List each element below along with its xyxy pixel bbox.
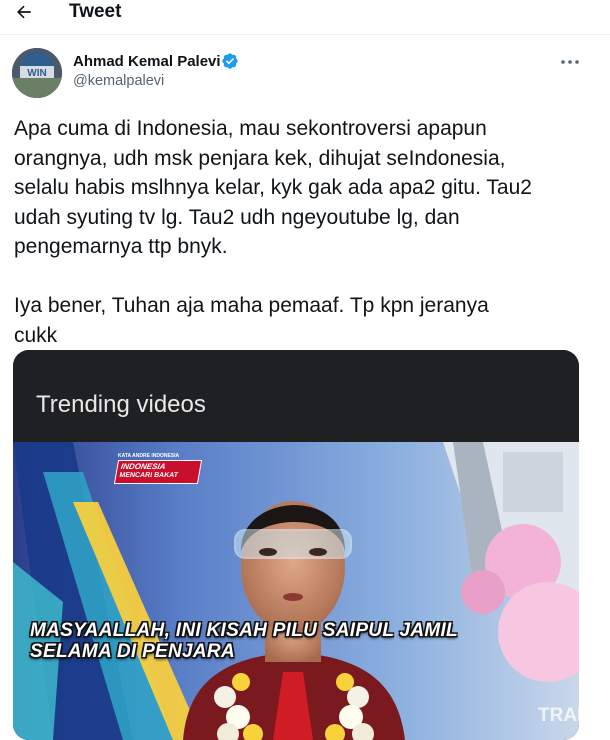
verified-badge-icon bbox=[222, 53, 238, 69]
media-title: Trending videos bbox=[36, 391, 206, 418]
show-logo-caption: KATA ANDRE INDONESIA bbox=[118, 453, 180, 459]
page-title: Tweet bbox=[69, 1, 122, 22]
back-button[interactable] bbox=[14, 0, 42, 26]
svg-text:WIN: WIN bbox=[27, 68, 46, 79]
arrow-left-icon bbox=[17, 5, 31, 19]
video-watermark: TRAN bbox=[538, 705, 579, 726]
tweet-media[interactable]: Trending videos KATA ANDRE INDONESIA IND… bbox=[13, 350, 579, 740]
top-bar: Tweet bbox=[0, 0, 610, 35]
more-dots-icon bbox=[561, 60, 579, 64]
avatar-image: WIN bbox=[12, 48, 62, 98]
avatar[interactable]: WIN bbox=[12, 48, 62, 98]
media-header: Trending videos bbox=[13, 350, 579, 442]
show-logo: INDONESIA MENCARI BAKAT bbox=[113, 460, 203, 484]
show-logo-subtitle: MENCARI BAKAT bbox=[118, 472, 179, 479]
author-name[interactable]: Ahmad Kemal Palevi bbox=[73, 53, 221, 70]
video-still-image bbox=[13, 442, 579, 740]
show-logo-title: INDONESIA bbox=[120, 462, 167, 471]
author-handle[interactable]: @kemalpalevi bbox=[73, 73, 164, 89]
video-caption-line-1: MASYAALLAH, INI KISAH PILU SAIPUL JAMIL bbox=[30, 620, 458, 641]
video-caption: MASYAALLAH, INI KISAH PILU SAIPUL JAMIL … bbox=[30, 620, 458, 662]
video-caption-line-2: SELAMA DI PENJARA bbox=[30, 641, 235, 662]
video-thumbnail[interactable] bbox=[13, 442, 579, 740]
tweet-text: Apa cuma di Indonesia, mau sekontroversi… bbox=[14, 117, 532, 347]
more-options-button[interactable] bbox=[558, 54, 582, 70]
